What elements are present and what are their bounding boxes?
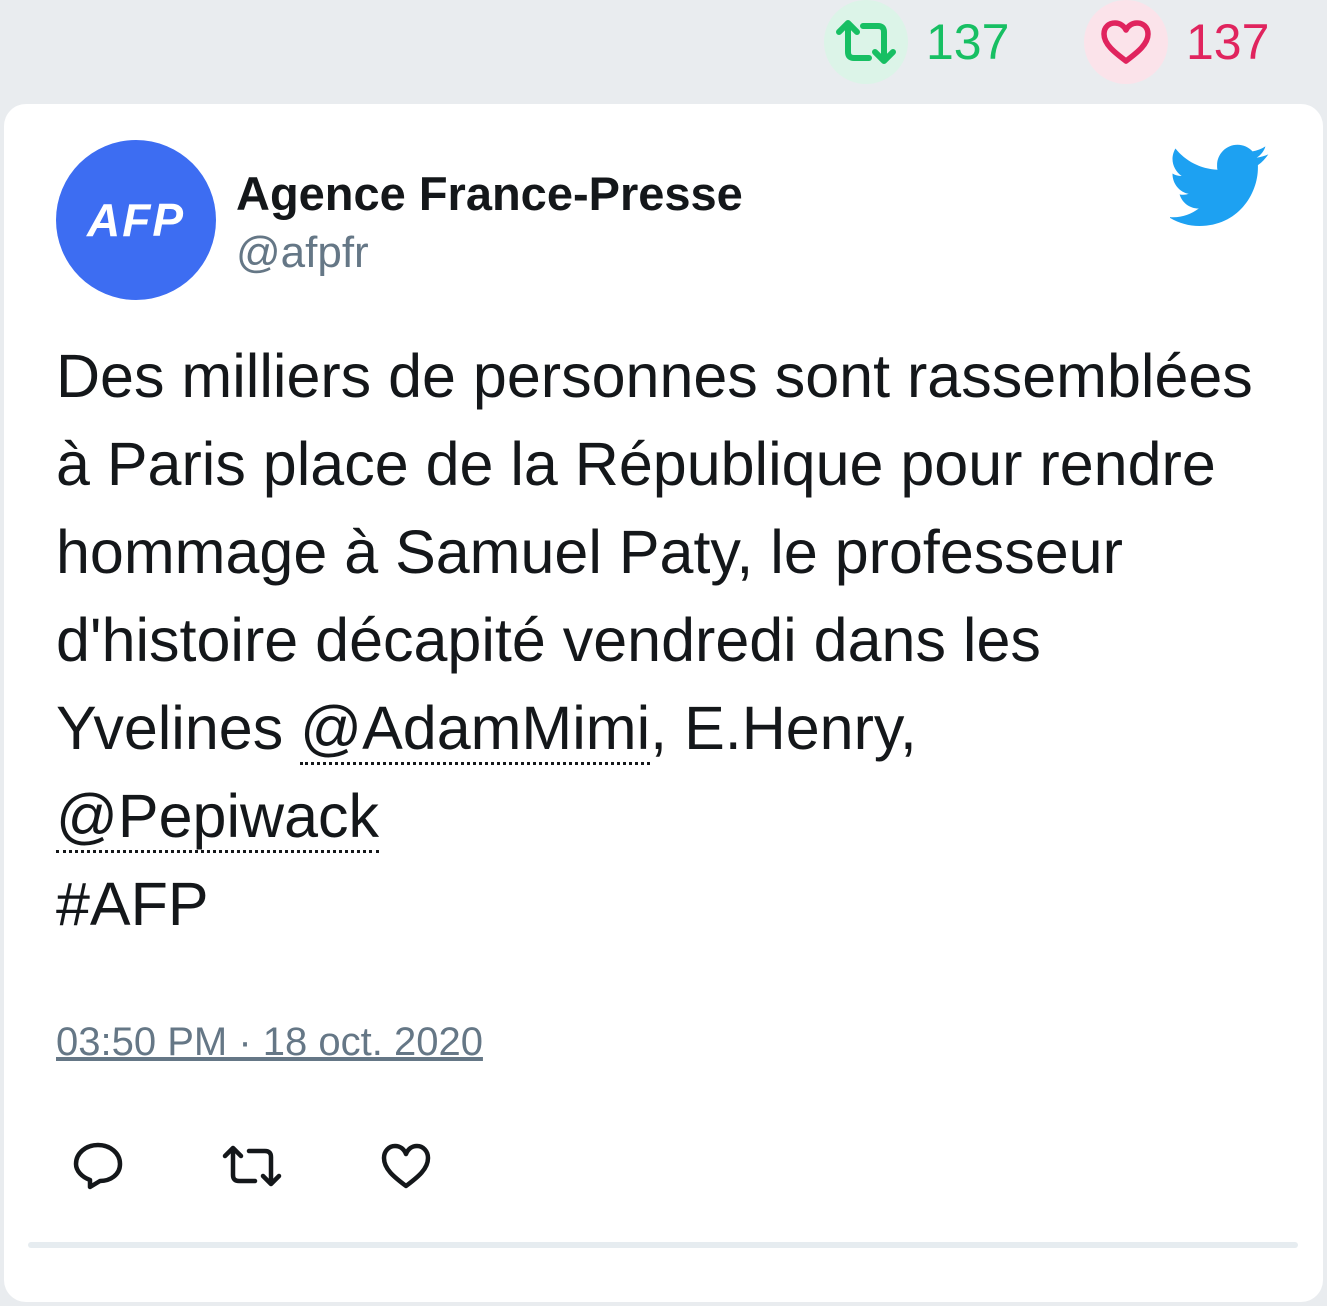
tweet-text: Des milliers de personnes sont rassemblé… — [56, 332, 1256, 948]
tweet-text-part2: , E.Henry, — [650, 694, 917, 762]
retweet-count: 137 — [926, 14, 1010, 70]
avatar[interactable]: AFP — [56, 140, 216, 300]
tweet-actions — [56, 1134, 518, 1198]
tweet-card: AFP Agence France-Presse @afpfr Des mill… — [4, 104, 1323, 1302]
hashtag-afp[interactable]: #AFP — [56, 870, 209, 938]
author-handle[interactable]: @afpfr — [236, 228, 369, 278]
heart-stat-icon — [1084, 0, 1168, 84]
reply-icon — [73, 1142, 123, 1190]
like-count: 137 — [1186, 14, 1270, 70]
heart-icon — [381, 1143, 431, 1189]
author-name[interactable]: Agence France-Presse — [236, 166, 743, 221]
like-stat[interactable]: 137 — [1084, 0, 1269, 84]
retweet-icon — [222, 1145, 282, 1187]
like-button[interactable] — [364, 1134, 448, 1198]
retweet-stat-icon — [824, 0, 908, 84]
card-divider — [28, 1242, 1298, 1248]
tweet-stats-bar: 137 137 — [0, 0, 1327, 100]
twitter-bird-icon[interactable] — [1170, 144, 1270, 228]
mention-adammimi[interactable]: @AdamMimi — [300, 694, 651, 765]
mention-pepiwack[interactable]: @Pepiwack — [56, 782, 379, 853]
retweet-button[interactable] — [210, 1134, 294, 1198]
tweet-timestamp[interactable]: 03:50 PM · 18 oct. 2020 — [56, 1020, 483, 1065]
avatar-logo-text: AFP — [87, 194, 185, 246]
retweet-stat[interactable]: 137 — [824, 0, 1009, 84]
reply-button[interactable] — [56, 1134, 140, 1198]
